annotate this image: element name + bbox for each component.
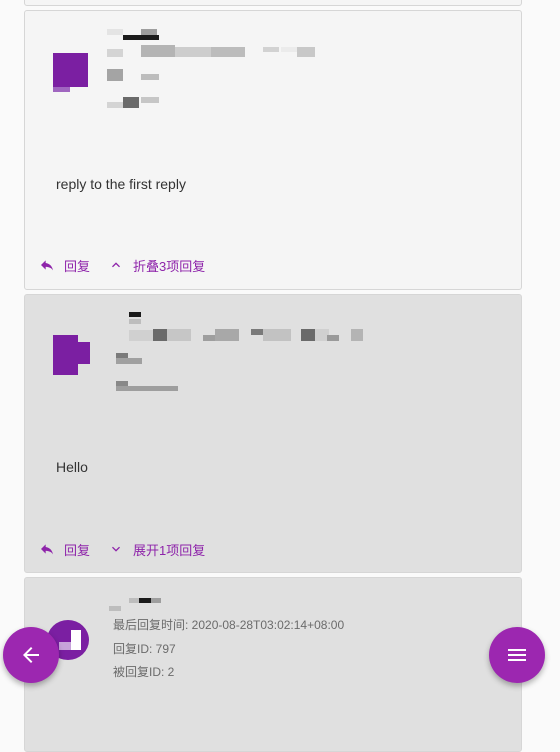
- menu-button[interactable]: [489, 627, 545, 683]
- expand-replies-button[interactable]: 展开1项回复: [108, 540, 205, 559]
- avatar: [53, 53, 89, 92]
- reply-button-label: 回复: [64, 258, 91, 274]
- reply-card: 最后回复时间: 2020-08-28T03:02:14+08:00 回复ID: …: [24, 577, 522, 752]
- reply-button[interactable]: 回复: [39, 256, 90, 275]
- reply-icon: [41, 544, 53, 555]
- reply-body: reply to the first reply: [56, 176, 186, 192]
- collapse-replies-label: 折叠3项回复: [133, 258, 206, 274]
- reply-actions: 回复 折叠3项回复: [39, 253, 205, 277]
- reply-button[interactable]: 回复: [39, 540, 90, 559]
- avatar: [53, 335, 91, 375]
- last-reply-time: 最后回复时间: 2020-08-28T03:02:14+08:00: [113, 618, 345, 632]
- collapse-replies-button[interactable]: 折叠3项回复: [108, 256, 205, 275]
- reply-actions: 回复 展开1项回复: [39, 537, 205, 561]
- menu-icon: [508, 649, 526, 661]
- back-button[interactable]: [3, 627, 59, 683]
- chevron-up-icon: [112, 262, 121, 268]
- reply-icon: [41, 260, 53, 271]
- replied-id: 被回复ID: 2: [113, 665, 175, 679]
- reply-body: Hello: [56, 459, 88, 475]
- chevron-down-icon: [112, 546, 121, 552]
- reply-card: Hello 回复 展开1项回复: [24, 294, 522, 573]
- reply-button-label: 回复: [64, 542, 91, 558]
- reply-card: reply to the first reply 回复 折叠3项回复: [24, 10, 522, 290]
- expand-replies-label: 展开1项回复: [133, 542, 206, 558]
- reply-id: 回复ID: 797: [113, 642, 176, 656]
- arrow-left-icon: [23, 647, 39, 663]
- previous-card: [24, 0, 522, 6]
